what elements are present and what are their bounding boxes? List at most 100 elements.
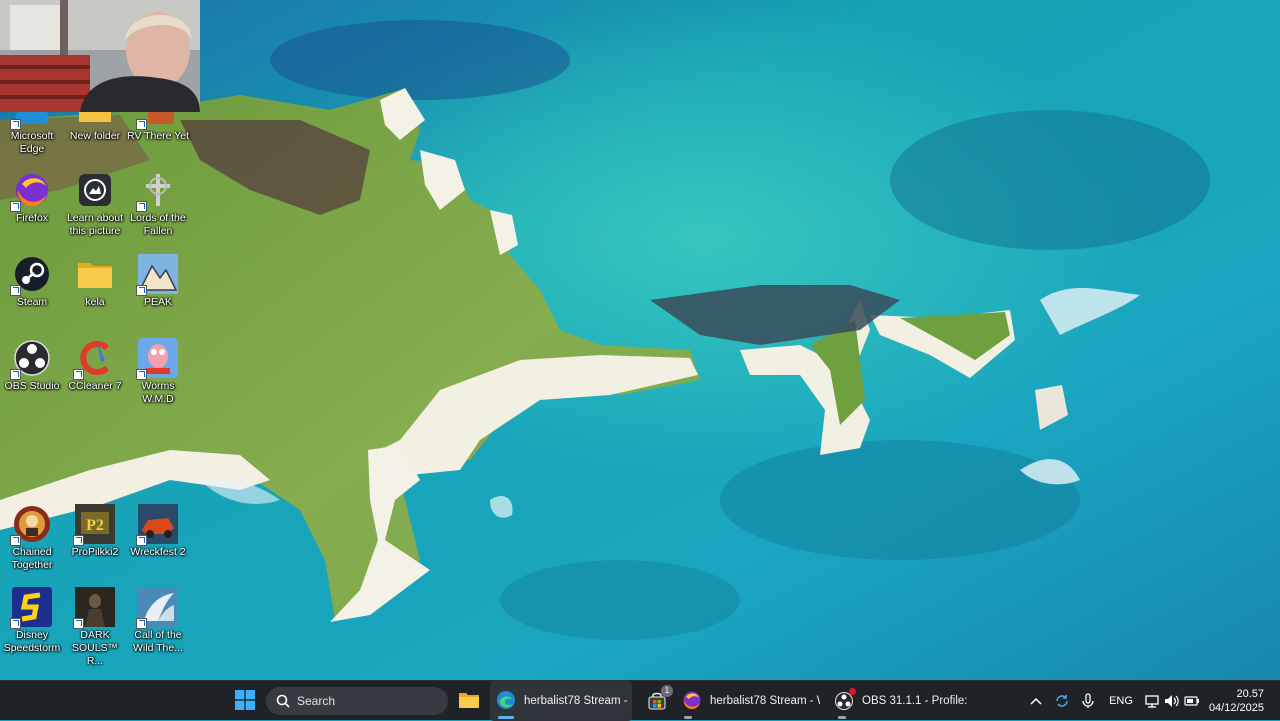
desktop-icon-kela[interactable]: kela [63, 254, 127, 309]
running-indicator [498, 716, 514, 719]
desktop-icon-obs-studio[interactable]: OBS Studio [0, 338, 64, 393]
shortcut-arrow-icon [10, 369, 21, 380]
shortcut-arrow-icon [10, 285, 21, 296]
desktop-icon-label: OBS Studio [4, 380, 60, 392]
wreckfest-icon [136, 504, 178, 546]
desktop-icon-dark-souls[interactable]: DARK SOULS™ R... [63, 587, 127, 668]
desktop-icon-lords-of-the-fallen[interactable]: Lords of the Fallen [126, 170, 190, 238]
desktop-icon-label: ProPilkki2 [71, 546, 119, 558]
volume-icon[interactable] [1162, 691, 1182, 711]
call-of-the-wild-icon [136, 587, 178, 629]
desktop-icon-label: New folder [69, 130, 121, 142]
shortcut-arrow-icon [73, 618, 84, 629]
desktop-icon-label: Call of the Wild The... [133, 629, 183, 654]
shortcut-arrow-icon [10, 119, 21, 130]
desktop-icon-new-folder[interactable]: New folder [63, 112, 127, 143]
taskbar-app-firefox-stream[interactable]: herbalist78 Stream - Wa [678, 681, 820, 721]
rv-there-yet-icon [136, 112, 178, 130]
shortcut-arrow-icon [136, 618, 147, 629]
firefox-icon [10, 170, 52, 212]
edge-icon [496, 690, 516, 713]
dark-souls-icon [73, 587, 115, 629]
taskbar-app-obs[interactable]: OBS 31.1.1 - Profile: Unti [830, 681, 970, 721]
steam-icon [10, 254, 52, 296]
desktop-icon-ccleaner-7[interactable]: CCleaner 7 [63, 338, 127, 393]
shortcut-arrow-icon [10, 201, 21, 212]
running-indicator [838, 716, 846, 719]
obs-icon [10, 338, 52, 380]
desktop-icon-label: Firefox [15, 212, 49, 224]
svg-text:P2: P2 [86, 517, 104, 534]
desktop-icon-label: Steam [16, 296, 48, 308]
folder-icon [458, 691, 480, 712]
language-label: ENG [1109, 695, 1133, 707]
windows-logo-icon [235, 689, 255, 713]
disney-speedstorm-icon [10, 587, 52, 629]
desktop-icon-label: Disney Speedstorm [3, 629, 61, 654]
shortcut-arrow-icon [10, 618, 21, 629]
taskbar-microsoft-store[interactable]: 1 [644, 681, 673, 721]
desktop-icon-label: Learn about this picture [66, 212, 124, 237]
taskbar-clock[interactable]: 20.57 04/12/2025 [1209, 687, 1264, 715]
network-icon[interactable] [1142, 691, 1162, 711]
desktop-icon-label: kela [85, 296, 105, 308]
desktop-icon-label: RV There Yet [126, 130, 190, 142]
desktop-icon-label: Wreckfest 2 [130, 546, 186, 558]
taskbar-file-explorer[interactable] [456, 681, 482, 721]
battery-icon[interactable] [1182, 691, 1202, 711]
microphone-icon[interactable] [1078, 691, 1098, 711]
search-icon [276, 694, 290, 708]
taskbar: Search herbalist78 Stream - Wa 1 herbali… [0, 680, 1280, 721]
webcam-overlay [0, 0, 200, 112]
store-badge: 1 [661, 685, 673, 697]
desktop-icon-disney-speedstorm[interactable]: Disney Speedstorm [0, 587, 64, 655]
start-button[interactable] [231, 681, 259, 721]
desktop-icon-steam[interactable]: Steam [0, 254, 64, 309]
language-indicator[interactable]: ENG [1108, 691, 1134, 711]
store-icon: 1 [647, 685, 673, 711]
ccleaner-icon [73, 338, 115, 380]
running-indicator [684, 716, 692, 719]
search-placeholder: Search [297, 694, 336, 708]
desktop-icon-label: PEAK [143, 296, 172, 308]
shortcut-arrow-icon [136, 201, 147, 212]
desktop-icon-chained-together[interactable]: Chained Together [0, 504, 64, 572]
desktop-icon-wreckfest-2[interactable]: Wreckfest 2 [126, 504, 190, 559]
folder-icon [75, 254, 115, 294]
shortcut-arrow-icon [73, 369, 84, 380]
shortcut-arrow-icon [10, 535, 21, 546]
worms-icon [136, 338, 178, 380]
sync-icon[interactable] [1052, 691, 1072, 711]
shortcut-arrow-icon [136, 535, 147, 546]
desktop-icon-worms-wmd[interactable]: Worms W.M.D [126, 338, 190, 406]
edge-icon [10, 112, 52, 130]
desktop-icon-label: CCleaner 7 [68, 380, 122, 392]
desktop-icon-label: DARK SOULS™ R... [71, 629, 119, 667]
desktop-icon-firefox[interactable]: Firefox [0, 170, 64, 225]
desktop-icon-label: Microsoft Edge [10, 130, 54, 155]
firefox-icon [682, 690, 702, 713]
taskbar-search[interactable]: Search [266, 687, 448, 715]
shortcut-arrow-icon [136, 119, 147, 130]
desktop-icon-learn-about-this-picture[interactable]: Learn about this picture [63, 170, 127, 238]
taskbar-app-title: OBS 31.1.1 - Profile: Unti [862, 695, 970, 707]
desktop-icon-label: Worms W.M.D [141, 380, 175, 405]
desktop-icon-rv-there-yet[interactable]: RV There Yet [126, 112, 190, 143]
taskbar-app-edge-stream[interactable]: herbalist78 Stream - Wa [490, 681, 632, 721]
clock-time: 20.57 [1236, 688, 1264, 700]
desktop-icon-call-of-the-wild[interactable]: Call of the Wild The... [126, 587, 190, 655]
clock-date: 04/12/2025 [1208, 702, 1264, 714]
taskbar-app-title: herbalist78 Stream - Wa [524, 695, 628, 707]
shortcut-arrow-icon [136, 285, 147, 296]
shortcut-arrow-icon [73, 535, 84, 546]
taskbar-app-title: herbalist78 Stream - Wa [710, 695, 820, 707]
desktop-icon-microsoft-edge[interactable]: Microsoft Edge [0, 112, 64, 156]
recording-dot-icon [849, 688, 856, 695]
show-hidden-icons-chevron-icon[interactable] [1026, 691, 1046, 711]
lords-of-the-fallen-icon [136, 170, 178, 212]
chained-together-icon [10, 504, 52, 546]
desktop-icon-peak[interactable]: PEAK [126, 254, 190, 309]
desktop-icon-label: Chained Together [11, 546, 53, 571]
desktop-icon-propilkki2[interactable]: P2 ProPilkki2 [63, 504, 127, 559]
shortcut-arrow-icon [136, 369, 147, 380]
